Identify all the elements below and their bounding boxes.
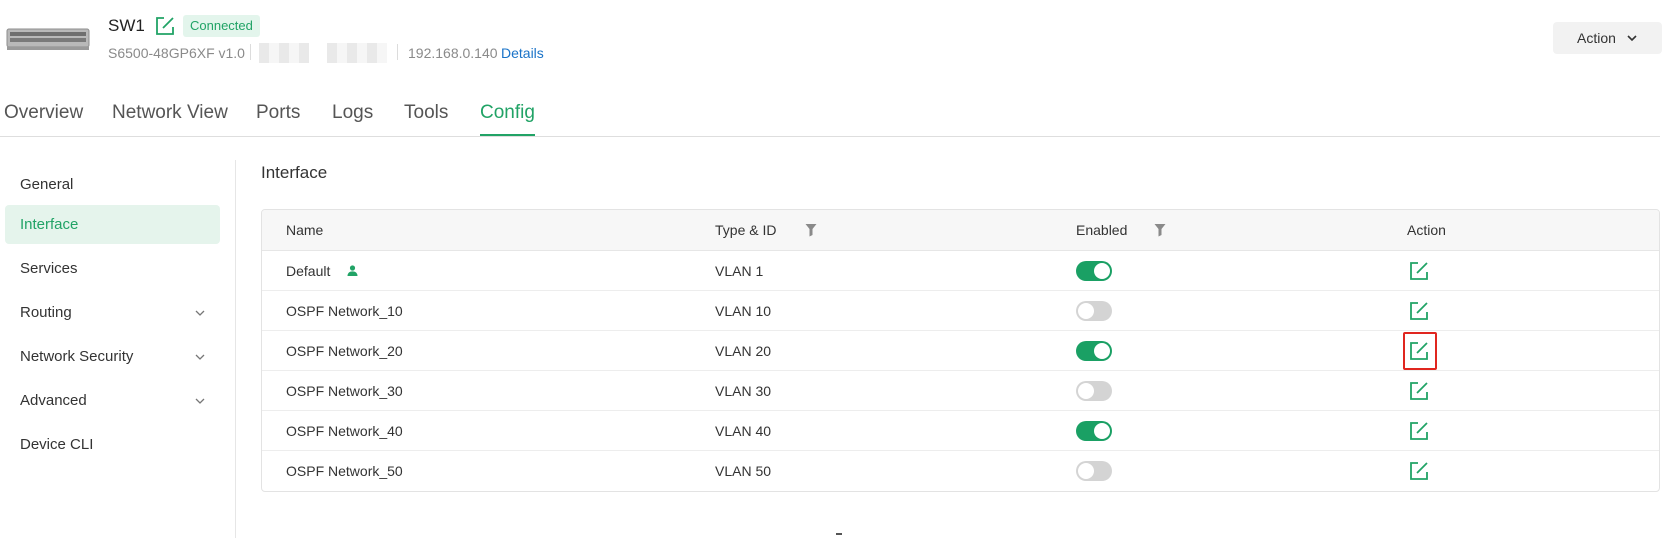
interface-name: Default: [286, 263, 331, 279]
toggle-knob: [1078, 383, 1094, 399]
chevron-down-icon: [195, 310, 205, 316]
column-header-enabled: Enabled: [1076, 222, 1128, 238]
config-sidebar: General Interface Services Routing Netwo…: [0, 160, 236, 538]
device-header: SW1 Connected S6500-48GP6XF v1.0 192.168…: [0, 0, 1676, 110]
filter-icon[interactable]: [805, 223, 817, 237]
table-row: OSPF Network_50 VLAN 50: [262, 451, 1659, 491]
enabled-toggle[interactable]: [1076, 381, 1112, 401]
sidebar-item-label: Network Security: [20, 348, 134, 365]
toggle-knob: [1078, 303, 1094, 319]
interface-name: OSPF Network_30: [286, 383, 403, 399]
device-name: SW1: [108, 16, 145, 35]
toggle-knob: [1078, 463, 1094, 479]
column-header-name: Name: [286, 222, 324, 238]
toggle-knob: [1094, 343, 1110, 359]
sidebar-item-network-security[interactable]: Network Security: [5, 337, 220, 376]
sidebar-item-routing[interactable]: Routing: [5, 293, 220, 332]
divider: [250, 44, 251, 60]
page-title: Interface: [261, 163, 328, 182]
table-header: Name Type & ID Enabled Action: [262, 210, 1659, 251]
filter-icon[interactable]: [1154, 223, 1166, 237]
sidebar-item-label: Routing: [20, 304, 72, 321]
stray-mark: [836, 533, 842, 535]
sidebar-item-label: Services: [20, 260, 78, 277]
interface-type-id: VLAN 50: [715, 463, 772, 479]
highlight-box: [1403, 332, 1437, 370]
tab-network-view[interactable]: Network View: [112, 102, 228, 136]
device-model: S6500-48GP6XF v1.0: [108, 45, 245, 61]
edit-device-icon[interactable]: [154, 15, 176, 37]
interface-name: OSPF Network_40: [286, 423, 403, 439]
edit-icon[interactable]: [1408, 420, 1430, 442]
edit-icon[interactable]: [1408, 260, 1430, 282]
tab-config[interactable]: Config: [480, 102, 535, 136]
interface-name: OSPF Network_10: [286, 303, 403, 319]
chevron-down-icon: [195, 354, 205, 360]
tab-overview[interactable]: Overview: [4, 102, 83, 136]
table-row: Default VLAN 1: [262, 251, 1659, 291]
interface-name: OSPF Network_20: [286, 343, 403, 359]
toggle-knob: [1094, 263, 1110, 279]
table-row: OSPF Network_10 VLAN 10: [262, 291, 1659, 331]
chevron-down-icon: [195, 398, 205, 404]
interface-type-id: VLAN 30: [715, 383, 772, 399]
sidebar-item-label: General: [20, 176, 74, 193]
divider: [397, 44, 398, 60]
column-header-action: Action: [1407, 222, 1446, 238]
enabled-toggle[interactable]: [1076, 261, 1112, 281]
user-icon: [347, 265, 358, 276]
table-row: OSPF Network_30 VLAN 30: [262, 371, 1659, 411]
interface-type-id: VLAN 10: [715, 303, 772, 319]
interface-type-id: VLAN 20: [715, 343, 772, 359]
switch-device-image: [6, 28, 90, 50]
column-header-type-id: Type & ID: [715, 222, 777, 238]
action-label: Action: [1577, 30, 1616, 46]
enabled-toggle[interactable]: [1076, 341, 1112, 361]
device-ip: 192.168.0.140: [408, 45, 498, 61]
status-badge: Connected: [183, 15, 260, 37]
tab-ports[interactable]: Ports: [256, 102, 300, 136]
tab-logs[interactable]: Logs: [332, 102, 373, 136]
sidebar-item-label: Advanced: [20, 392, 87, 409]
redacted-mac: [327, 43, 387, 63]
edit-icon[interactable]: [1408, 380, 1430, 402]
sidebar-item-services[interactable]: Services: [5, 249, 220, 288]
enabled-toggle[interactable]: [1076, 461, 1112, 481]
sidebar-item-interface[interactable]: Interface: [5, 205, 220, 244]
edit-icon[interactable]: [1408, 460, 1430, 482]
table-row: OSPF Network_40 VLAN 40: [262, 411, 1659, 451]
chevron-down-icon: [1627, 35, 1637, 42]
interface-name: OSPF Network_50: [286, 463, 403, 479]
details-link[interactable]: Details: [501, 45, 544, 61]
interface-table: Name Type & ID Enabled Action Default VLA…: [261, 209, 1660, 492]
toggle-knob: [1094, 423, 1110, 439]
tab-tools[interactable]: Tools: [404, 102, 448, 136]
sidebar-item-label: Device CLI: [20, 436, 94, 453]
sidebar-item-general[interactable]: General: [5, 165, 220, 204]
sidebar-item-advanced[interactable]: Advanced: [5, 381, 220, 420]
interface-type-id: VLAN 1: [715, 263, 764, 279]
sidebar-item-device-cli[interactable]: Device CLI: [5, 425, 220, 464]
enabled-toggle[interactable]: [1076, 301, 1112, 321]
action-dropdown-button[interactable]: Action: [1553, 22, 1662, 54]
enabled-toggle[interactable]: [1076, 421, 1112, 441]
interface-type-id: VLAN 40: [715, 423, 772, 439]
main-tabs: Overview Network View Ports Logs Tools C…: [0, 100, 1660, 137]
redacted-mac: [259, 43, 309, 63]
edit-icon[interactable]: [1408, 300, 1430, 322]
sidebar-item-label: Interface: [20, 216, 79, 233]
table-row: OSPF Network_20 VLAN 20: [262, 331, 1659, 371]
